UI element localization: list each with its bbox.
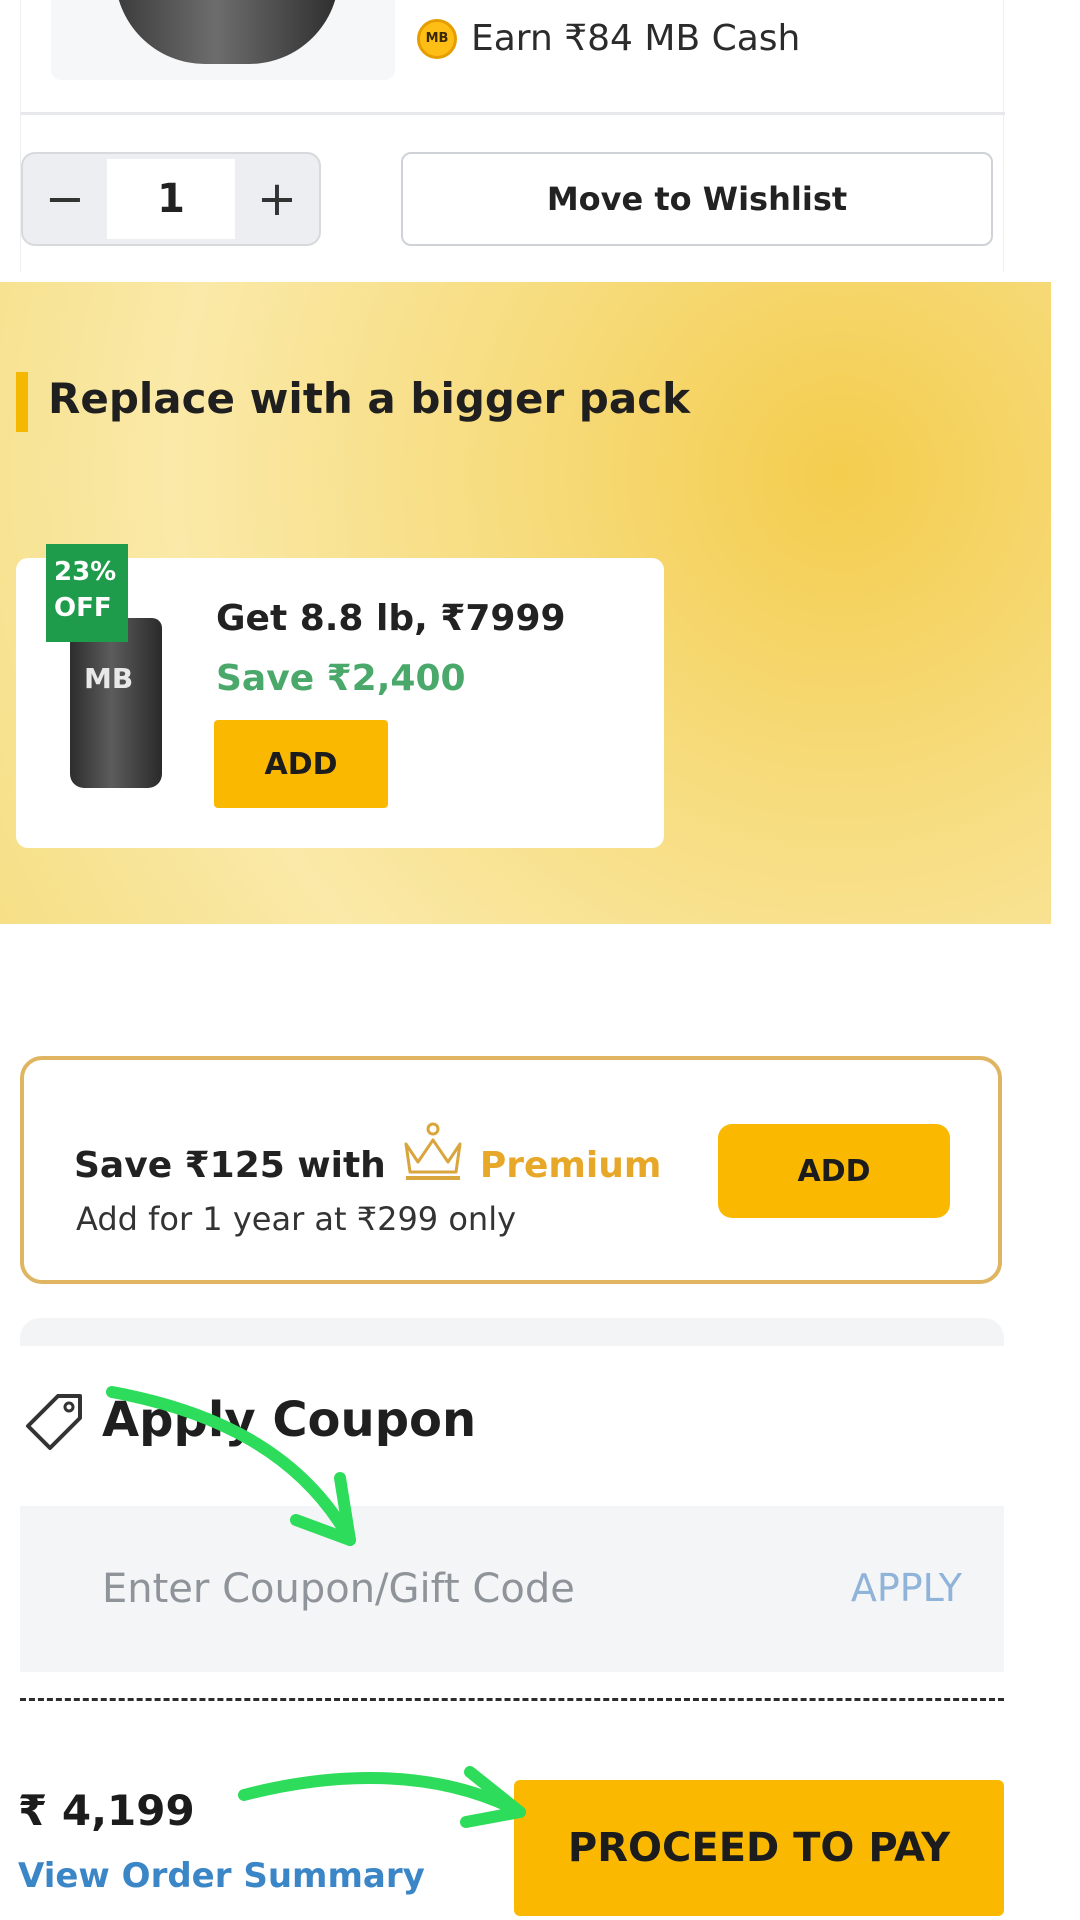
premium-subtext: Add for 1 year at ₹299 only [76,1200,517,1238]
increase-quantity-button[interactable]: + [235,154,319,244]
section-accent-bar [16,372,28,432]
dashed-divider [20,1698,1004,1701]
move-to-wishlist-button[interactable]: Move to Wishlist [401,152,993,246]
divider [21,112,1005,115]
tag-icon [24,1390,86,1452]
premium-offer-card: Save ₹125 with Premium Add for 1 year at… [20,1056,1002,1284]
product-jar-graphic [115,0,339,64]
coupon-input-box: APPLY [20,1506,1004,1672]
quantity-stepper: − 1 + [21,152,321,246]
apply-coupon-title: Apply Coupon [102,1392,477,1448]
premium-headline: Save ₹125 with Premium [74,1122,661,1186]
jar-brand-label: MB [84,662,134,695]
coupon-code-input[interactable] [102,1556,592,1622]
premium-brand-text: Premium [479,1145,662,1186]
bigger-pack-add-button[interactable]: ADD [214,720,388,808]
bigger-pack-savings: Save ₹2,400 [216,658,466,699]
total-price: ₹ 4,199 [18,1786,195,1835]
product-image[interactable] [51,0,395,80]
quantity-value[interactable]: 1 [107,159,235,239]
premium-add-button[interactable]: ADD [718,1124,950,1218]
proceed-to-pay-button[interactable]: PROCEED TO PAY [514,1780,1004,1916]
bigger-pack-image: MB [70,618,162,788]
crown-icon [400,1122,466,1186]
decrease-quantity-button[interactable]: − [23,154,107,244]
bigger-pack-card[interactable]: MB 23% OFF Get 8.8 lb, ₹7999 Save ₹2,400… [16,544,664,848]
coupon-section-top [20,1318,1004,1346]
premium-save-text: Save ₹125 with [74,1145,386,1186]
mb-cash-text: Earn ₹84 MB Cash [471,18,801,59]
cart-item-card: MB Earn ₹84 MB Cash − 1 + Move to Wishli… [20,0,1005,272]
view-order-summary-link[interactable]: View Order Summary [18,1856,425,1896]
mb-coin-icon: MB [417,18,457,59]
discount-badge: 23% OFF [46,544,128,642]
bigger-pack-name: Get 8.8 lb, ₹7999 [216,598,566,639]
bigger-pack-banner: Replace with a bigger pack MB 23% OFF Ge… [0,282,1051,924]
mb-cash-row: MB Earn ₹84 MB Cash [417,18,800,59]
bigger-pack-title: Replace with a bigger pack [48,374,691,423]
apply-coupon-button[interactable]: APPLY [851,1566,962,1610]
